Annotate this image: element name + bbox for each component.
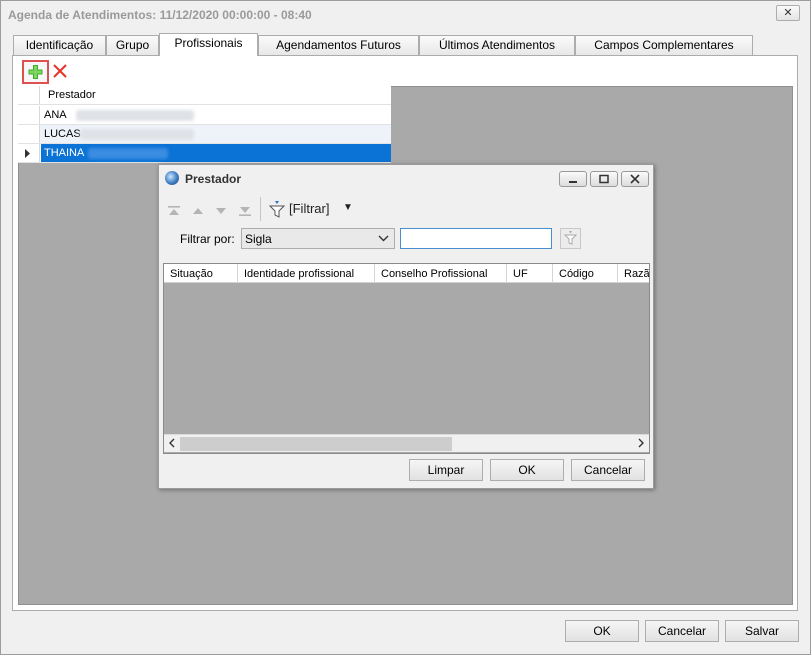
tab-profissionais[interactable]: Profissionais xyxy=(159,33,258,56)
row-indicator xyxy=(18,144,40,162)
filtrar-dropdown-icon[interactable]: ▼ xyxy=(343,202,353,213)
filter-funnel-icon[interactable] xyxy=(268,200,286,221)
scrollbar-thumb[interactable] xyxy=(180,437,452,451)
column-header-uf[interactable]: UF xyxy=(507,264,553,283)
filtrar-button[interactable]: [Filtrar] xyxy=(289,201,329,216)
prestador-name: THAINA xyxy=(44,147,85,159)
maximize-button[interactable] xyxy=(590,171,618,187)
dialog-close-button[interactable] xyxy=(621,171,649,187)
toolbar-separator xyxy=(260,197,261,221)
prestador-name: ANA xyxy=(44,109,67,121)
redacted-text xyxy=(88,148,168,159)
plus-icon xyxy=(28,65,43,79)
row-indicator xyxy=(18,106,40,124)
funnel-icon xyxy=(563,231,578,245)
last-record-icon[interactable] xyxy=(238,205,252,217)
column-header-identidade[interactable]: Identidade profissional xyxy=(238,264,375,283)
dialog-ok-button[interactable]: OK xyxy=(490,459,564,481)
scroll-right-icon[interactable] xyxy=(637,436,645,453)
filter-by-label: Filtrar por: xyxy=(180,232,235,246)
redacted-text xyxy=(80,129,194,140)
delete-button[interactable] xyxy=(52,63,68,79)
tab-campos-complementares[interactable]: Campos Complementares xyxy=(575,35,753,55)
table-row[interactable]: THAINA xyxy=(18,144,391,163)
save-button[interactable]: Salvar xyxy=(725,620,799,642)
filter-field-select[interactable]: Sigla xyxy=(241,228,395,249)
grid-header-row: Prestador xyxy=(18,86,391,105)
apply-filter-button[interactable] xyxy=(560,228,581,249)
dialog-title: Prestador xyxy=(185,172,242,186)
dialog-title-bar: Prestador xyxy=(159,165,653,192)
clear-button[interactable]: Limpar xyxy=(409,459,483,481)
tab-agendamentos-futuros[interactable]: Agendamentos Futuros xyxy=(258,35,419,55)
prestador-grid: Prestador ANA LUCAS THAINA xyxy=(18,86,391,163)
minimize-icon xyxy=(569,181,577,183)
filter-field-value: Sigla xyxy=(245,232,272,246)
redacted-text xyxy=(76,110,194,121)
app-logo-icon xyxy=(165,171,179,185)
filter-value-input[interactable] xyxy=(400,228,552,249)
current-row-arrow-icon xyxy=(25,149,30,158)
column-header-conselho[interactable]: Conselho Profissional xyxy=(375,264,507,283)
results-grid-header: Situação Identidade profissional Conselh… xyxy=(164,264,649,283)
window-title: Agenda de Atendimentos: 11/12/2020 00:00… xyxy=(1,1,810,29)
close-icon xyxy=(630,174,640,184)
cancel-button[interactable]: Cancelar xyxy=(645,620,719,642)
dialog-cancel-button[interactable]: Cancelar xyxy=(571,459,645,481)
table-row[interactable]: LUCAS xyxy=(18,125,391,144)
column-header-codigo[interactable]: Código xyxy=(553,264,618,283)
row-indicator xyxy=(18,86,40,104)
horizontal-scrollbar[interactable] xyxy=(164,434,649,452)
window-close-button[interactable]: ✕ xyxy=(776,5,800,21)
ok-button[interactable]: OK xyxy=(565,620,639,642)
tab-identificacao[interactable]: Identificação xyxy=(13,35,106,55)
prestador-results-grid: Situação Identidade profissional Conselh… xyxy=(163,263,650,454)
scroll-left-icon[interactable] xyxy=(168,436,176,453)
tab-grupo[interactable]: Grupo xyxy=(106,35,159,55)
tab-ultimos-atendimentos[interactable]: Últimos Atendimentos xyxy=(419,35,575,55)
previous-record-icon[interactable] xyxy=(191,205,205,217)
add-button[interactable] xyxy=(22,60,49,84)
next-record-icon[interactable] xyxy=(214,205,228,217)
minimize-button[interactable] xyxy=(559,171,587,187)
column-header-situacao[interactable]: Situação xyxy=(164,264,238,283)
x-icon xyxy=(53,64,67,78)
column-header-razao[interactable]: Razã xyxy=(618,264,649,283)
maximize-icon xyxy=(599,174,609,184)
row-indicator xyxy=(18,125,40,143)
prestador-name: LUCAS xyxy=(44,128,81,140)
first-record-icon[interactable] xyxy=(167,205,181,217)
table-row[interactable]: ANA xyxy=(18,106,391,125)
column-header-prestador[interactable]: Prestador xyxy=(48,89,96,101)
chevron-down-icon xyxy=(378,231,389,248)
prestador-dialog: Prestador [Filtrar] ▼ Filtrar por: Sigla xyxy=(158,164,654,489)
